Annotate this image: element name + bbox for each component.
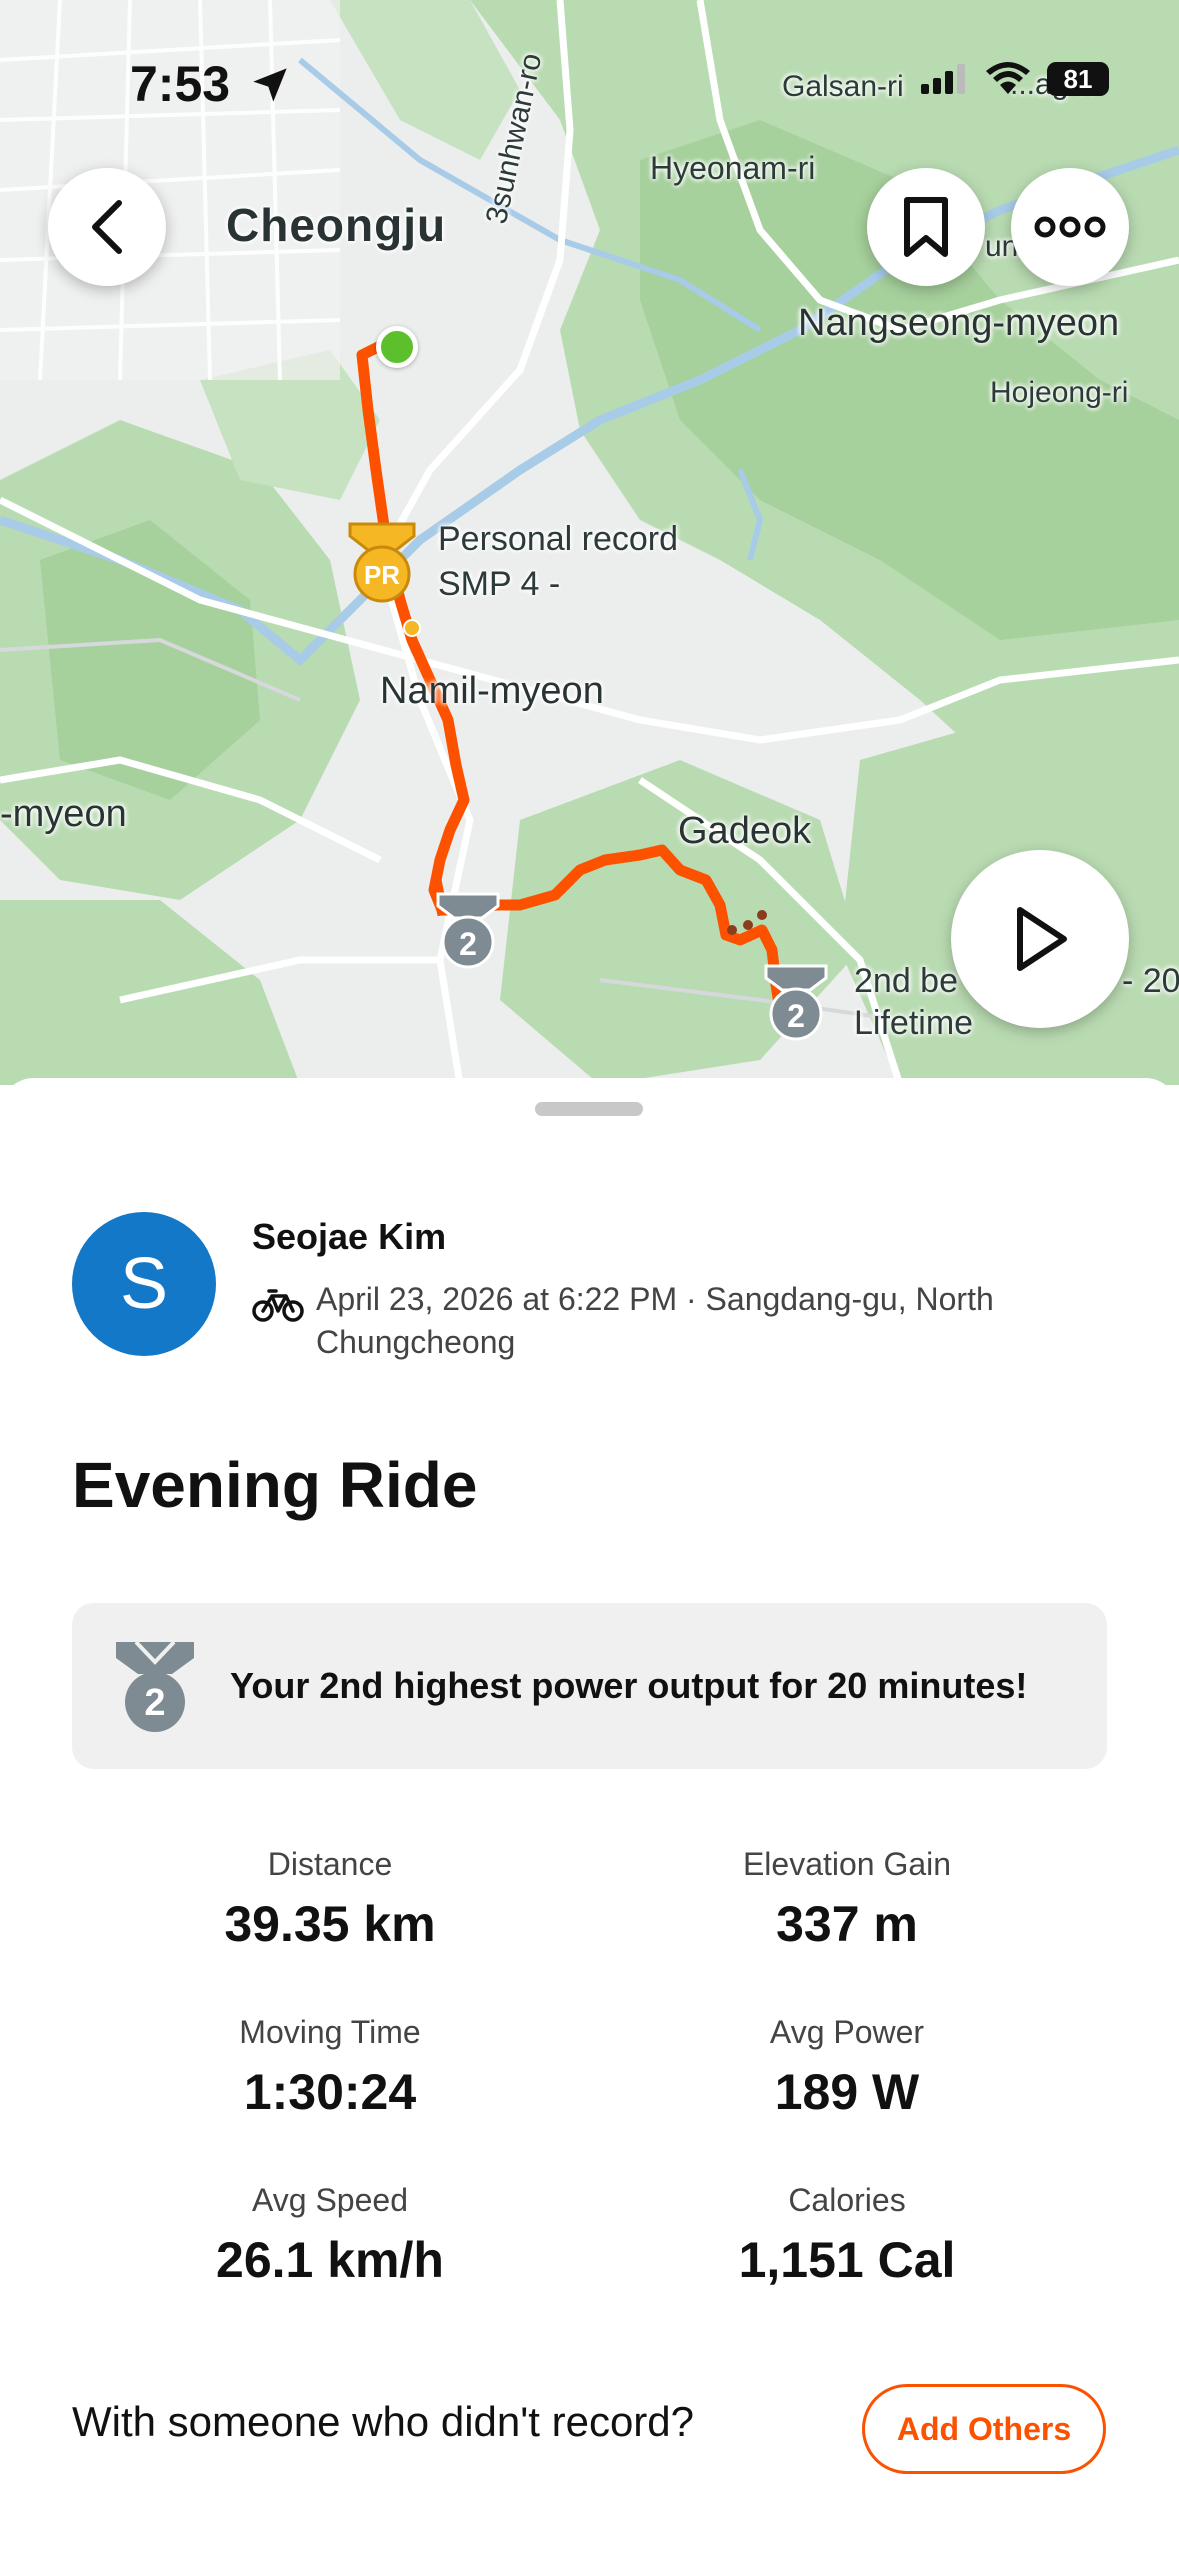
status-time: 7:53 <box>130 55 290 113</box>
stat-label: Moving Time <box>239 2014 421 2050</box>
chevron-left-icon <box>92 200 122 254</box>
route-map[interactable]: Cheongju Hyeonam-ri 3sunhwan-ro Galsan-r… <box>0 0 1179 1085</box>
activity-date-location: April 23, 2026 at 6:22 PM · Sangdang-gu,… <box>316 1281 994 1360</box>
stat-label: Avg Power <box>769 2014 925 2050</box>
play-flyover-button[interactable] <box>951 850 1129 1028</box>
map-label-myeon: -myeon <box>0 793 127 835</box>
map-label-namil: Namil-myeon <box>380 670 604 712</box>
battery-icon: 81 <box>1047 62 1109 96</box>
achievement-medal-number: 2 <box>144 1682 166 1724</box>
more-dots-icon <box>1034 216 1106 238</box>
stat-label: Elevation Gain <box>742 1846 952 1882</box>
achievement-text: Your 2nd highest power output for 20 min… <box>230 1665 1028 1706</box>
status-icons: 81 <box>921 62 1109 96</box>
add-others-button[interactable]: Add Others <box>862 2384 1106 2474</box>
achievement-banner[interactable]: 2 Your 2nd highest power output for 20 m… <box>72 1603 1107 1769</box>
map-label-hyeonam: Hyeonam-ri <box>650 150 816 186</box>
bookmark-button[interactable] <box>867 168 985 286</box>
pr-medal-icon[interactable]: PR <box>344 520 420 604</box>
silver-medal-icon: 2 <box>110 1638 200 1734</box>
back-button[interactable] <box>48 168 166 286</box>
medal-callout-line1b: - 20 <box>1122 962 1179 1000</box>
add-others-prompt: With someone who didn't record? <box>72 2398 695 2445</box>
stat-value: 39.35 km <box>224 1896 436 1952</box>
avatar[interactable]: S <box>72 1212 216 1356</box>
signal-icon <box>921 64 965 94</box>
stat-value: 1:30:24 <box>243 2064 417 2120</box>
stat-avg-power: Avg Power 189 W <box>627 2014 1067 2121</box>
silver-medal-icon[interactable]: 2 <box>432 890 504 970</box>
start-marker <box>376 326 418 368</box>
map-label-cheongju: Cheongju <box>226 199 447 251</box>
stat-value: 1,151 Cal <box>738 2232 956 2288</box>
activity-details-sheet[interactable]: S Seojae Kim April 23, 2026 at 6:22 PM ·… <box>0 1078 1179 2556</box>
play-icon <box>1017 907 1067 971</box>
stat-value: 337 m <box>776 1896 918 1952</box>
stat-value: 189 W <box>774 2064 920 2120</box>
athlete-name[interactable]: Seojae Kim <box>252 1216 446 1258</box>
bookmark-icon <box>904 197 948 257</box>
map-label-galsan: Galsan-ri <box>782 70 904 103</box>
medal-number: 2 <box>459 926 477 962</box>
more-options-button[interactable] <box>1011 168 1129 286</box>
location-arrow-icon <box>253 68 287 102</box>
stat-value: 26.1 km/h <box>216 2232 444 2288</box>
sheet-drag-handle[interactable] <box>535 1102 643 1116</box>
stat-moving-time: Moving Time 1:30:24 <box>110 2014 550 2121</box>
medal-callout-line2: Lifetime <box>854 1004 974 1042</box>
map-label-gadeok: Gadeok <box>678 810 812 852</box>
wifi-icon <box>986 62 1030 94</box>
stat-distance: Distance 39.35 km <box>110 1846 550 1953</box>
battery-level: 81 <box>1063 63 1093 94</box>
silver-medal-icon[interactable]: 2 <box>760 962 832 1042</box>
stat-calories: Calories 1,151 Cal <box>627 2182 1067 2289</box>
bike-icon <box>252 1289 304 1322</box>
stat-label: Calories <box>788 2182 906 2218</box>
stat-elevation-gain: Elevation Gain 337 m <box>627 1846 1067 1953</box>
map-label-hojeong: Hojeong-ri <box>990 376 1129 409</box>
activity-title: Evening Ride <box>72 1449 478 1521</box>
pr-callout-line1: Personal record <box>438 520 679 558</box>
stat-label: Avg Speed <box>252 2182 408 2218</box>
activity-meta: April 23, 2026 at 6:22 PM · Sangdang-gu,… <box>252 1278 1052 1364</box>
pr-badge-text: PR <box>363 560 401 590</box>
pr-callout-line2: SMP 4 - <box>438 565 561 603</box>
medal-number: 2 <box>787 998 805 1034</box>
stat-label: Distance <box>267 1846 393 1882</box>
stat-avg-speed: Avg Speed 26.1 km/h <box>110 2182 550 2289</box>
avatar-initial: S <box>119 1244 169 1324</box>
medal-callout-line1: 2nd be <box>854 962 958 1000</box>
map-label-nangseong: Nangseong-myeon <box>798 302 1120 344</box>
